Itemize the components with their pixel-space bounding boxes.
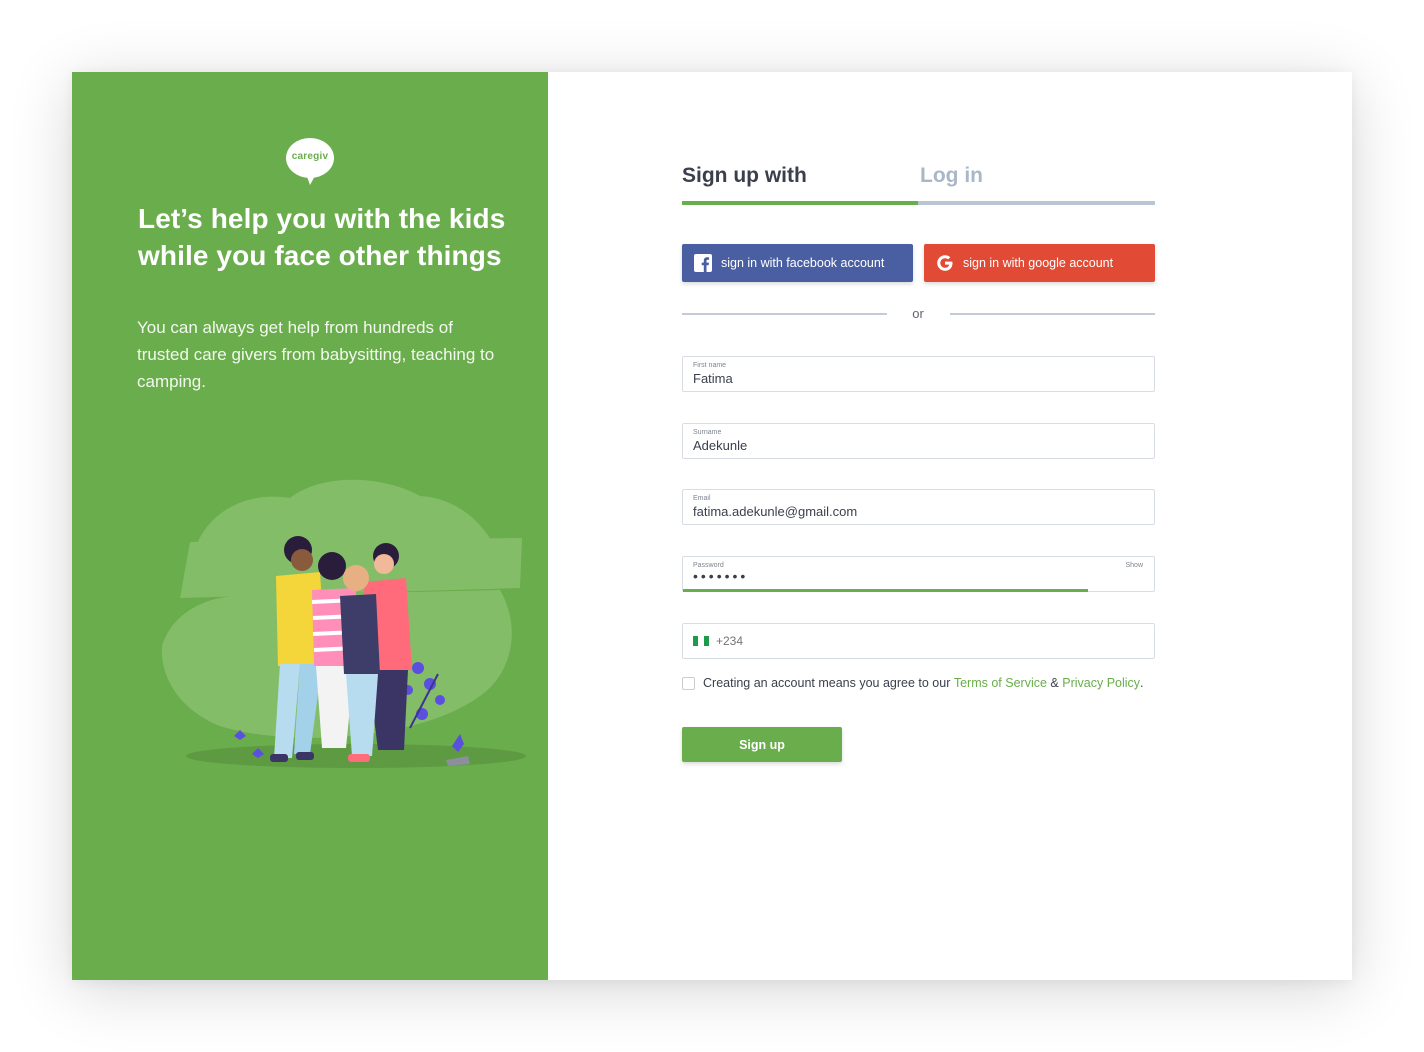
terms-prefix: Creating an account means you agree to o… [703, 676, 954, 690]
speech-bubble-icon [286, 138, 334, 185]
email-field[interactable]: Email [682, 489, 1155, 525]
password-input[interactable]: ••••••• [693, 568, 1113, 584]
google-signin-label: sign in with google account [963, 256, 1114, 270]
nigeria-flag-icon[interactable] [693, 636, 709, 646]
first-name-label: First name [693, 362, 727, 369]
caregiv-logo: caregiv [286, 138, 334, 185]
first-name-field[interactable]: First name [682, 356, 1155, 392]
email-label: Email [693, 495, 711, 502]
hero-headline: Let’s help you with the kids while you f… [138, 203, 506, 271]
first-name-input[interactable] [693, 371, 1113, 386]
signup-button[interactable]: Sign up [682, 727, 842, 762]
or-divider: or [682, 306, 1155, 322]
surname-field[interactable]: Surname [682, 423, 1155, 459]
or-text: or [912, 306, 924, 321]
surname-input[interactable] [693, 438, 1113, 453]
email-input[interactable] [693, 504, 1113, 519]
terms-suffix: . [1140, 676, 1144, 690]
family-illustration [161, 479, 526, 768]
privacy-policy-link[interactable]: Privacy Policy [1062, 676, 1140, 690]
terms-checkbox[interactable] [682, 676, 695, 690]
phone-input[interactable] [716, 634, 1016, 648]
tab-login[interactable]: Log in [920, 164, 983, 188]
hero-subtext: You can always get help from hundreds of… [137, 318, 495, 391]
google-signin-button[interactable]: sign in with google account [924, 244, 1155, 282]
google-icon [936, 254, 954, 272]
surname-label: Surname [693, 429, 722, 436]
divider-line-left [682, 313, 887, 315]
signup-card: caregiv Let’s help you with the kids whi… [72, 72, 1352, 980]
tab-signup[interactable]: Sign up with [682, 164, 807, 188]
password-strength-bar [683, 589, 1088, 592]
phone-field[interactable] [682, 623, 1155, 659]
show-password-toggle[interactable]: Show [1125, 562, 1143, 569]
auth-tabs: Sign up with Log in [682, 164, 1155, 206]
divider-line-right [950, 313, 1155, 315]
signup-form-panel: Sign up with Log in sign in with faceboo… [548, 72, 1352, 980]
facebook-signin-label: sign in with facebook account [721, 256, 885, 270]
terms-agreement: Creating an account means you agree to o… [682, 676, 1144, 690]
facebook-signin-button[interactable]: sign in with facebook account [682, 244, 913, 282]
hero-panel: caregiv Let’s help you with the kids whi… [72, 72, 548, 980]
terms-joiner: & [1046, 676, 1063, 690]
password-field[interactable]: Password ••••••• Show [682, 556, 1155, 592]
logo-text: caregiv [291, 151, 329, 162]
facebook-icon [694, 254, 712, 272]
terms-of-service-link[interactable]: Terms of Service [954, 676, 1047, 690]
tab-active-indicator [682, 201, 918, 205]
